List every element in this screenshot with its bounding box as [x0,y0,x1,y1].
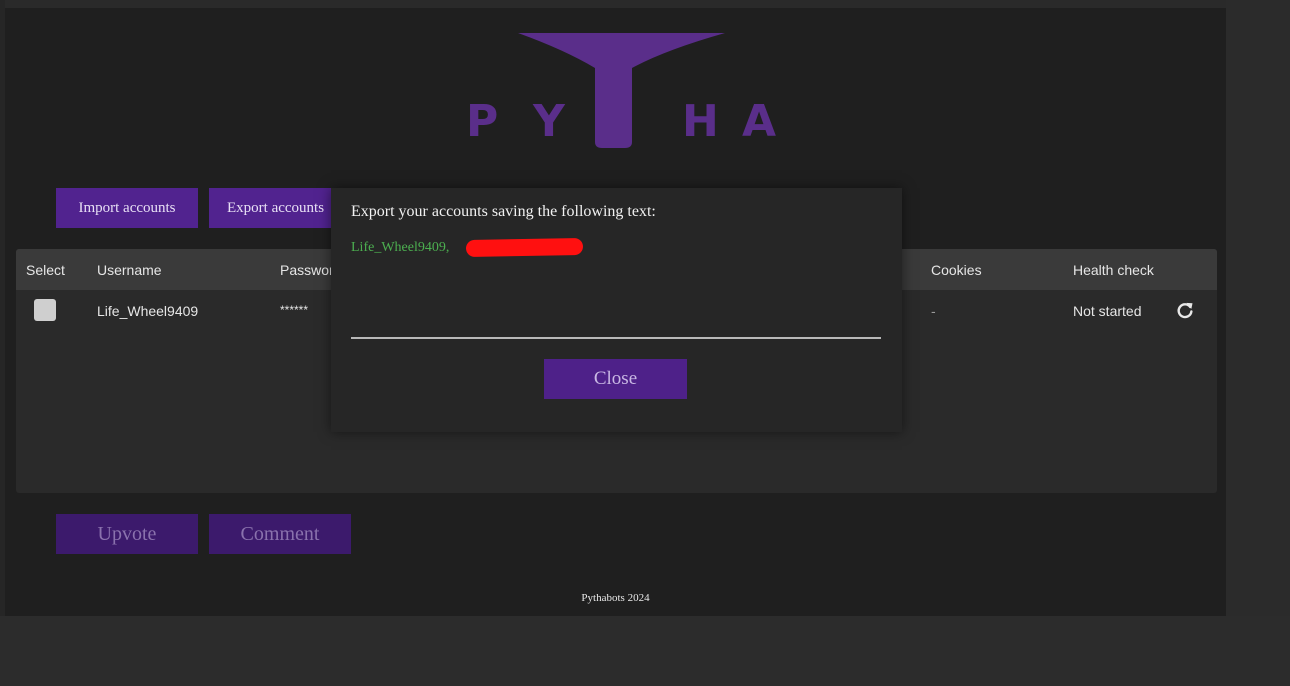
import-accounts-button[interactable]: Import accounts [56,188,198,228]
header-select: Select [26,262,65,278]
row-health-status: Not started [1073,303,1142,319]
modal-title: Export your accounts saving the followin… [351,203,656,220]
whale-tail-icon [518,33,725,148]
export-modal: Export your accounts saving the followin… [331,188,902,432]
right-gutter [1226,0,1290,686]
header-health-check: Health check [1073,262,1154,278]
select-checkbox[interactable] [34,299,56,321]
text-underline [351,337,881,339]
logo-letter-a: A [742,96,777,147]
refresh-icon[interactable] [1176,301,1194,319]
row-username: Life_Wheel9409 [97,303,199,319]
pytha-logo: P Y H A [460,30,790,155]
header-username: Username [97,262,162,278]
header-cookies: Cookies [931,262,982,278]
footer-text: Pythabots 2024 [581,592,650,604]
export-text[interactable]: Life_Wheel9409, [351,240,449,256]
logo-letter-p: P [466,96,499,147]
bottom-gutter [0,616,1290,686]
row-password: ****** [280,303,309,317]
close-button[interactable]: Close [544,359,687,399]
comment-button[interactable]: Comment [209,514,351,554]
logo-letter-h: H [682,96,719,147]
header-password: Passwor [280,262,334,278]
logo-letter-y: Y [533,96,565,147]
redaction-mark [465,237,584,258]
export-accounts-button[interactable]: Export accounts [209,188,335,228]
upvote-button[interactable]: Upvote [56,514,198,554]
row-cookies: - [931,303,936,319]
